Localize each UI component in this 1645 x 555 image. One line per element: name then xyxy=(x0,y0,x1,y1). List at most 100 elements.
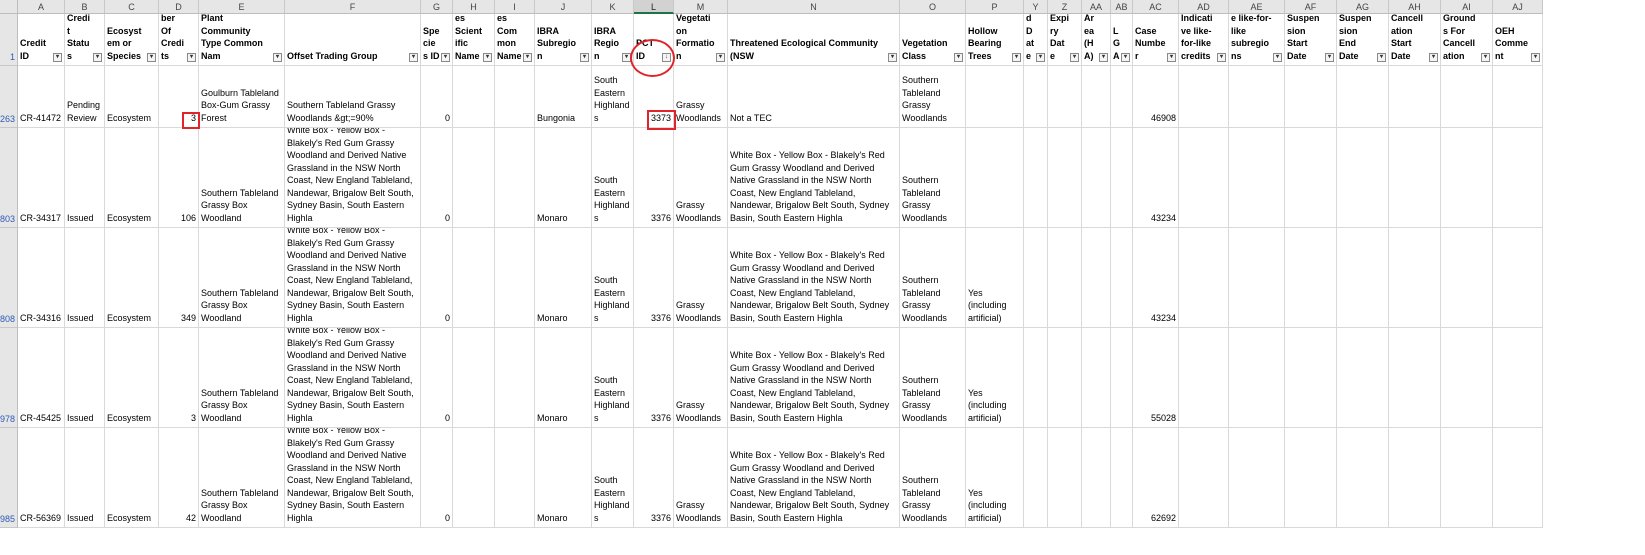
data-cell[interactable] xyxy=(1111,228,1133,328)
column-letter-ac[interactable]: AC xyxy=(1133,0,1179,14)
data-cell[interactable] xyxy=(495,128,535,228)
data-cell[interactable] xyxy=(1024,428,1048,528)
data-cell[interactable] xyxy=(1337,228,1389,328)
filter-dropdown-icon[interactable]: ▾ xyxy=(187,53,196,62)
data-cell[interactable]: 0 xyxy=(421,228,453,328)
filter-dropdown-icon[interactable]: ▾ xyxy=(954,53,963,62)
data-cell[interactable] xyxy=(453,228,495,328)
data-cell[interactable]: Ecosystem xyxy=(105,328,159,428)
data-cell[interactable]: Grassy Woodlands xyxy=(674,128,728,228)
data-cell[interactable] xyxy=(1229,428,1285,528)
data-cell[interactable]: 3376 xyxy=(634,228,674,328)
data-cell[interactable]: Southern Tableland Grassy Woodlands &gt;… xyxy=(285,66,421,128)
data-cell[interactable]: Southern Tableland Grassy Woodlands xyxy=(900,66,966,128)
data-cell[interactable]: Southern Tableland Grassy Box Woodland xyxy=(199,128,285,228)
data-cell[interactable]: Ecosystem xyxy=(105,228,159,328)
column-letter-ai[interactable]: AI xyxy=(1441,0,1493,14)
data-cell[interactable]: 0 xyxy=(421,428,453,528)
data-cell[interactable]: 349 xyxy=(159,228,199,328)
data-cell[interactable] xyxy=(1389,66,1441,128)
data-cell[interactable]: White Box - Yellow Box - Blakely's Red G… xyxy=(285,228,421,328)
column-letter-aa[interactable]: AA xyxy=(1082,0,1111,14)
filter-dropdown-icon[interactable]: ▾ xyxy=(1481,53,1490,62)
data-cell[interactable] xyxy=(453,128,495,228)
column-letter-af[interactable]: AF xyxy=(1285,0,1337,14)
filter-dropdown-icon[interactable]: ▾ xyxy=(716,53,725,62)
filter-dropdown-icon[interactable]: ▾ xyxy=(1012,53,1021,62)
data-cell[interactable]: Southern Tableland Grassy Woodlands xyxy=(900,428,966,528)
data-cell[interactable] xyxy=(1441,428,1493,528)
data-cell[interactable]: 3376 xyxy=(634,328,674,428)
data-cell[interactable] xyxy=(495,66,535,128)
data-cell[interactable]: Goulburn Tableland Box-Gum Grassy Forest xyxy=(199,66,285,128)
data-cell[interactable]: Bungonia xyxy=(535,66,592,128)
data-cell[interactable] xyxy=(1111,66,1133,128)
header-cell-g[interactable]: Species ID ▾ xyxy=(421,14,453,66)
data-cell[interactable] xyxy=(1389,128,1441,228)
data-cell[interactable] xyxy=(1111,428,1133,528)
data-cell[interactable] xyxy=(1285,228,1337,328)
header-cell-z[interactable]: Public Register Expiry Date▾ xyxy=(1048,14,1082,66)
data-cell[interactable]: 0 xyxy=(421,66,453,128)
row-number[interactable]: 808 xyxy=(0,228,18,328)
data-cell[interactable]: Southern Tableland Grassy Box Woodland xyxy=(199,228,285,328)
filter-dropdown-icon[interactable]: ▾ xyxy=(53,53,62,62)
data-cell[interactable] xyxy=(1441,128,1493,228)
data-cell[interactable]: 43234 xyxy=(1133,128,1179,228)
data-cell[interactable] xyxy=(1179,128,1229,228)
data-cell[interactable]: Ecosystem xyxy=(105,428,159,528)
data-cell[interactable] xyxy=(453,428,495,528)
data-cell[interactable] xyxy=(1441,328,1493,428)
data-cell[interactable] xyxy=(1082,428,1111,528)
header-cell-p[interactable]: Hollow Bearing Trees ▾ xyxy=(966,14,1024,66)
data-cell[interactable] xyxy=(1441,66,1493,128)
data-cell[interactable] xyxy=(1285,328,1337,428)
data-cell[interactable] xyxy=(1111,128,1133,228)
data-cell[interactable]: Pending Review xyxy=(65,66,105,128)
data-cell[interactable] xyxy=(1048,228,1082,328)
row-number[interactable]: 1978 xyxy=(0,328,18,428)
data-cell[interactable] xyxy=(1337,66,1389,128)
data-cell[interactable]: 43234 xyxy=(1133,228,1179,328)
data-cell[interactable]: Grassy Woodlands xyxy=(674,66,728,128)
data-cell[interactable]: 3376 xyxy=(634,428,674,528)
data-cell[interactable]: CR-41472 xyxy=(18,66,65,128)
data-cell[interactable]: Issued xyxy=(65,328,105,428)
header-cell-c[interactable]: Ecosystem or Species ▾ xyxy=(105,14,159,66)
data-cell[interactable] xyxy=(1179,228,1229,328)
filter-dropdown-icon[interactable]: ▾ xyxy=(147,53,156,62)
column-letter-ad[interactable]: AD xyxy=(1179,0,1229,14)
header-cell-ac[interactable]: Case Number ▾ xyxy=(1133,14,1179,66)
column-letter-aj[interactable]: AJ xyxy=(1493,0,1543,14)
data-cell[interactable]: Monaro xyxy=(535,128,592,228)
data-cell[interactable] xyxy=(1389,228,1441,328)
data-cell[interactable] xyxy=(1389,328,1441,428)
header-cell-f[interactable]: Offset Trading Group ▾ xyxy=(285,14,421,66)
header-cell-ad[interactable]: Indicative like-for-like credits ▾ xyxy=(1179,14,1229,66)
data-cell[interactable]: Monaro xyxy=(535,228,592,328)
data-cell[interactable] xyxy=(1229,228,1285,328)
column-letter-ag[interactable]: AG xyxy=(1337,0,1389,14)
row-number[interactable]: 803 xyxy=(0,128,18,228)
column-letter-i[interactable]: I xyxy=(495,0,535,14)
filter-dropdown-icon[interactable]: ▾ xyxy=(1429,53,1438,62)
data-cell[interactable] xyxy=(1179,66,1229,128)
data-cell[interactable]: Issued xyxy=(65,128,105,228)
column-letter-f[interactable]: F xyxy=(285,0,421,14)
data-cell[interactable]: 62692 xyxy=(1133,428,1179,528)
data-cell[interactable] xyxy=(1493,128,1543,228)
data-cell[interactable] xyxy=(1229,66,1285,128)
header-cell-e[interactable]: Plant Community Type Common Nam ▾ xyxy=(199,14,285,66)
data-cell[interactable]: CR-56369 xyxy=(18,428,65,528)
header-cell-ab[interactable]: LGA ▾ xyxy=(1111,14,1133,66)
data-cell[interactable] xyxy=(1048,328,1082,428)
header-cell-ah[interactable]: Cancellation Start Date ▾ xyxy=(1389,14,1441,66)
data-cell[interactable]: 3 xyxy=(159,328,199,428)
data-cell[interactable] xyxy=(1024,328,1048,428)
data-cell[interactable]: CR-34317 xyxy=(18,128,65,228)
data-cell[interactable] xyxy=(1082,66,1111,128)
filter-dropdown-icon[interactable]: ▾ xyxy=(1070,53,1079,62)
data-cell[interactable]: White Box - Yellow Box - Blakely's Red G… xyxy=(285,328,421,428)
data-cell[interactable]: Issued xyxy=(65,228,105,328)
column-letter-ah[interactable]: AH xyxy=(1389,0,1441,14)
